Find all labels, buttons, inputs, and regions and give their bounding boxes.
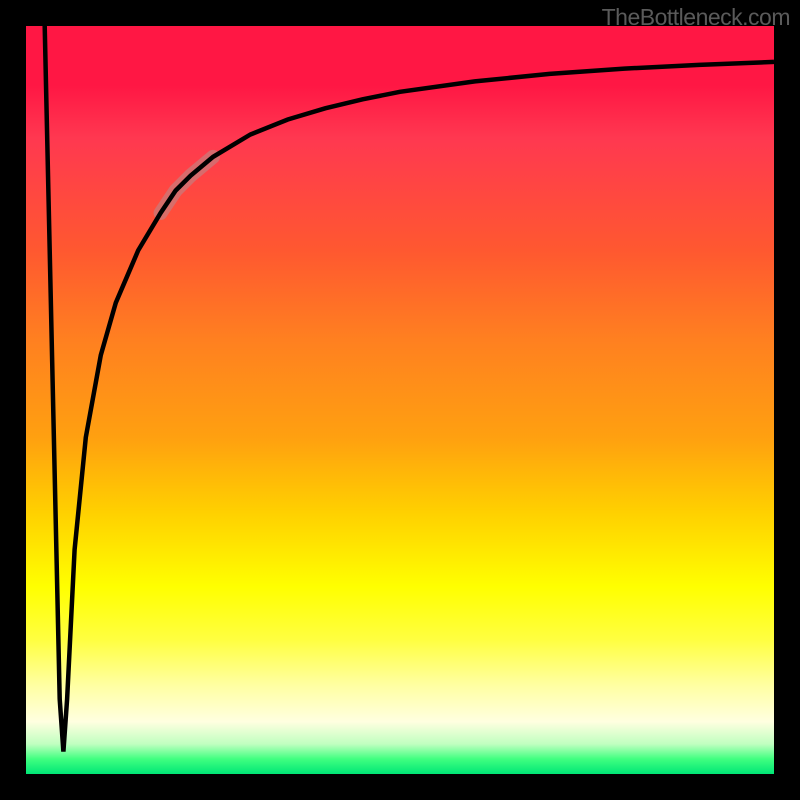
curve-plot — [0, 0, 800, 800]
watermark-text: TheBottleneck.com — [602, 4, 790, 31]
chart-container: TheBottleneck.com — [0, 0, 800, 800]
bottleneck-curve — [45, 26, 774, 752]
